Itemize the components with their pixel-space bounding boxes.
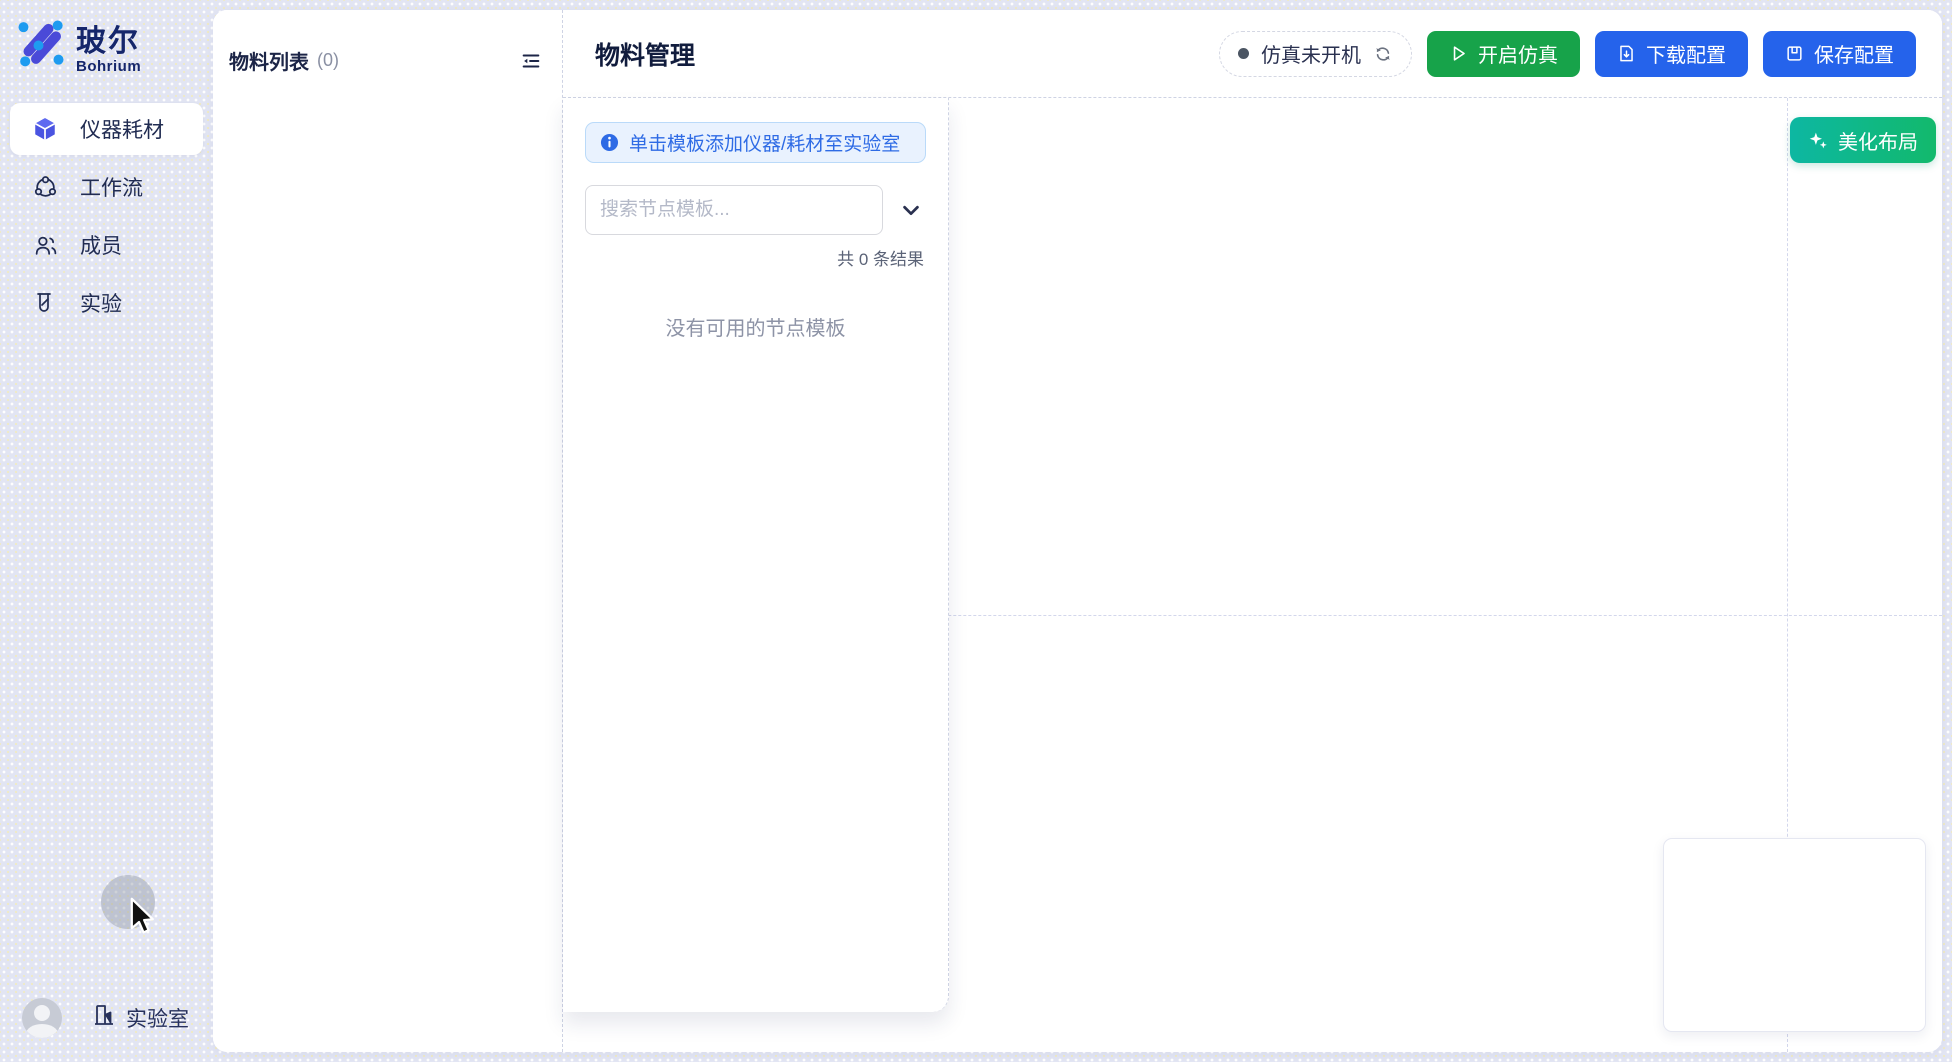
search-result-count: 共 0 条结果 [585,245,926,270]
content-area: 物料列表 (0) 物料管理 仿真未开机 [213,10,1942,1052]
sidebar-nav: 仪器耗材 工作流 成员 [0,103,213,329]
brand-logo: 玻尔 Bohrium [0,0,213,75]
save-config-label: 保存配置 [1814,39,1894,68]
sidebar-item-label: 实验 [80,288,122,318]
save-icon [1785,44,1804,63]
sparkles-icon [1808,130,1829,151]
bohrium-logo-icon [16,18,66,73]
sidebar-item-label: 工作流 [80,172,143,202]
beautify-layout-label: 美化布局 [1838,126,1918,155]
template-search-input[interactable] [585,185,883,235]
sidebar-item-workflow[interactable]: 工作流 [10,161,203,213]
start-simulation-label: 开启仿真 [1478,39,1558,68]
brand-name-zh: 玻尔 [76,16,141,60]
experiment-icon [32,290,58,316]
template-hint-text: 单击模板添加仪器/耗材至实验室 [629,129,900,156]
page-header: 物料管理 仿真未开机 [563,10,1942,98]
mouse-cursor [126,896,160,943]
chevron-down-icon[interactable] [896,195,926,225]
empty-templates-message: 没有可用的节点模板 [585,312,926,341]
members-icon [32,232,58,258]
header-actions: 仿真未开机 [1219,31,1916,77]
template-search-row [585,185,926,235]
sidebar-footer: 实验室 [0,998,213,1038]
start-simulation-button[interactable]: 开启仿真 [1427,31,1580,77]
flow-canvas[interactable]: 单击模板添加仪器/耗材至实验室 共 0 条结果 没有可用的节点模板 [563,98,1942,1052]
refresh-icon[interactable] [1373,44,1393,64]
user-avatar[interactable] [22,998,62,1038]
collapse-list-icon[interactable] [518,48,544,74]
materials-list-header: 物料列表 (0) [213,10,562,75]
materials-list-title: 物料列表 [229,46,309,75]
materials-list-count: (0) [317,50,339,71]
download-config-label: 下载配置 [1646,39,1726,68]
page-title: 物料管理 [595,36,695,72]
download-file-icon [1617,44,1636,63]
sidebar-item-members[interactable]: 成员 [10,219,203,271]
sidebar-item-label: 成员 [80,230,122,260]
main-region: 物料管理 仿真未开机 [563,10,1942,1052]
canvas-minimap[interactable] [1663,838,1926,1032]
sidebar-item-label: 仪器耗材 [80,114,164,144]
workflow-icon [32,174,58,200]
simulation-status-label: 仿真未开机 [1261,39,1361,68]
node-template-panel: 单击模板添加仪器/耗材至实验室 共 0 条结果 没有可用的节点模板 [563,98,949,1012]
sidebar-item-experiments[interactable]: 实验 [10,277,203,329]
brand-name-en: Bohrium [76,58,141,75]
lab-entry-label: 实验室 [126,1003,189,1033]
materials-list-panel: 物料列表 (0) [213,10,563,1052]
beautify-layout-button[interactable]: 美化布局 [1790,117,1936,163]
download-config-button[interactable]: 下载配置 [1595,31,1748,77]
lab-building-icon [92,1003,116,1033]
cube-icon [32,116,58,142]
status-dot-icon [1238,48,1249,59]
simulation-status-pill: 仿真未开机 [1219,31,1412,77]
template-hint-banner: 单击模板添加仪器/耗材至实验室 [585,122,926,163]
lab-entry[interactable]: 实验室 [92,1003,189,1033]
save-config-button[interactable]: 保存配置 [1763,31,1916,77]
sidebar-item-instruments[interactable]: 仪器耗材 [10,103,203,155]
info-icon [600,133,619,152]
play-icon [1449,44,1468,63]
